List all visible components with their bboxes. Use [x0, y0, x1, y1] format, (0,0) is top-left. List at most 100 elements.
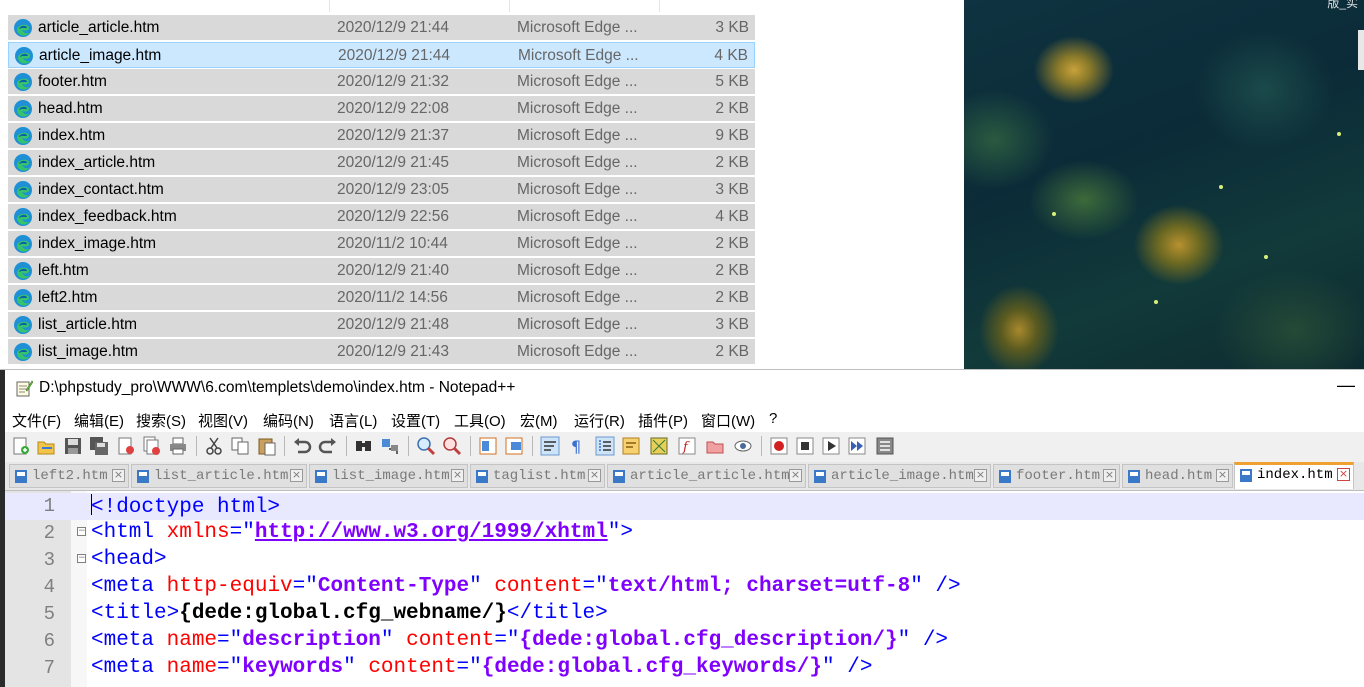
file-row[interactable]: index_article.htm 2020/12/9 21:45 Microsof… [8, 150, 755, 176]
menu-view[interactable]: 视图(V) [198, 410, 248, 431]
menu-search[interactable]: 搜索(S) [136, 410, 186, 431]
tab-close-button[interactable]: × [974, 469, 987, 482]
code-token: <html [91, 521, 167, 544]
file-size: 3 KB [715, 181, 749, 198]
column-separator[interactable] [329, 0, 330, 12]
function-list-icon[interactable]: f [677, 436, 697, 456]
file-row[interactable]: index_feedback.htm 2020/12/9 22:56 Microso… [8, 204, 755, 230]
file-row[interactable]: list_image.htm 2020/12/9 21:43 Microsoft E… [8, 339, 755, 365]
user-lang-icon[interactable] [621, 436, 641, 456]
code-line[interactable]: 6 <meta name="description" content="{dede… [5, 628, 1364, 655]
column-separator[interactable] [659, 0, 660, 12]
open-file-icon[interactable] [36, 436, 56, 456]
redo-icon[interactable] [318, 436, 338, 456]
file-row[interactable]: list_article.htm 2020/12/9 21:48 Microsoft… [8, 312, 755, 338]
fold-toggle-icon[interactable]: − [77, 527, 86, 536]
explorer-left-edge [0, 0, 8, 369]
file-row[interactable]: left2.htm 2020/11/2 14:56 Microsoft Edge .… [8, 285, 755, 311]
record-macro-icon[interactable] [769, 436, 789, 456]
sync-horizontal-icon[interactable] [504, 436, 524, 456]
sync-vertical-icon[interactable] [478, 436, 498, 456]
monitor-icon[interactable] [733, 436, 753, 456]
paste-icon[interactable] [257, 436, 277, 456]
save-all-icon[interactable] [89, 436, 109, 456]
file-type: Microsoft Edge ... [517, 100, 638, 117]
menu-help[interactable]: ? [769, 410, 777, 427]
save-macro-icon[interactable] [875, 436, 895, 456]
new-file-icon[interactable] [11, 436, 31, 456]
undo-icon[interactable] [292, 436, 312, 456]
file-type: Microsoft Edge ... [517, 343, 638, 360]
menu-window[interactable]: 窗口(W) [701, 410, 755, 431]
menu-encoding[interactable]: 编码(N) [263, 410, 314, 431]
tab-list-article[interactable]: list_article.htm × [131, 464, 307, 488]
file-row[interactable]: left.htm 2020/12/9 21:40 Microsoft Edge ..… [8, 258, 755, 284]
close-icon[interactable] [116, 436, 136, 456]
folder-workspace-icon[interactable] [705, 436, 725, 456]
column-separator[interactable] [509, 0, 510, 12]
tab-list-image[interactable]: list_image.htm × [309, 464, 468, 488]
stop-macro-icon[interactable] [795, 436, 815, 456]
code-line[interactable]: 1 <!doctype html> [5, 493, 1364, 520]
tab-left2[interactable]: left2.htm × [9, 464, 129, 488]
file-row[interactable]: footer.htm 2020/12/9 21:32 Microsoft Edge … [8, 69, 755, 95]
tab-close-button[interactable]: × [1103, 469, 1116, 482]
menu-settings[interactable]: 设置(T) [391, 410, 440, 431]
find-icon[interactable] [354, 436, 374, 456]
menu-macro[interactable]: 宏(M) [520, 410, 558, 431]
tab-footer[interactable]: footer.htm × [993, 464, 1120, 488]
tab-close-button[interactable]: × [112, 469, 125, 482]
file-row[interactable]: article_article.htm 2020/12/9 21:44 Micros… [8, 15, 755, 41]
menu-plugins[interactable]: 插件(P) [638, 410, 688, 431]
firefly-dot [1337, 132, 1341, 136]
file-row[interactable]: index_contact.htm 2020/12/9 23:05 Microsof… [8, 177, 755, 203]
doc-map-icon[interactable] [649, 436, 669, 456]
title-bar[interactable]: D:\phpstudy_pro\WWW\6.com\templets\demo\… [5, 370, 1364, 406]
menu-tools[interactable]: 工具(O) [454, 410, 506, 431]
code-line[interactable]: 7 <meta name="keywords" content="{dede:gl… [5, 655, 1364, 682]
menu-edit[interactable]: 编辑(E) [74, 410, 124, 431]
minimize-button[interactable]: — [1336, 374, 1356, 400]
file-row[interactable]: head.htm 2020/12/9 22:08 Microsoft Edge ..… [8, 96, 755, 122]
play-macro-icon[interactable] [821, 436, 841, 456]
menu-file[interactable]: 文件(F) [12, 410, 61, 431]
word-wrap-icon[interactable] [540, 436, 560, 456]
file-row[interactable]: article_image.htm 2020/12/9 21:44 Microsof… [8, 42, 755, 68]
tab-head[interactable]: head.htm × [1122, 464, 1233, 488]
tab-close-button[interactable]: × [789, 469, 802, 482]
code-line[interactable]: 4 <meta http-equiv="Content-Type" content… [5, 574, 1364, 601]
tab-close-button[interactable]: × [588, 469, 601, 482]
code-line[interactable]: 2 − <html xmlns="http://www.w3.org/1999/xh… [5, 520, 1364, 547]
replace-icon[interactable] [380, 436, 400, 456]
menu-run[interactable]: 运行(R) [574, 410, 625, 431]
print-icon[interactable] [168, 436, 188, 456]
zoom-out-icon[interactable] [442, 436, 462, 456]
code-line[interactable]: 5 <title>{dede:global.cfg_webname/}</titl… [5, 601, 1364, 628]
fold-toggle-icon[interactable]: − [77, 554, 86, 563]
tab-close-button[interactable]: × [451, 469, 464, 482]
code-editor[interactable]: 1 <!doctype html> 2− <html xmlns="http://ww… [5, 491, 1364, 687]
close-all-icon[interactable] [142, 436, 162, 456]
tab-close-button[interactable]: × [290, 469, 303, 482]
file-row[interactable]: index_image.htm 2020/11/2 10:44 Microsoft … [8, 231, 755, 257]
save-icon[interactable] [63, 436, 83, 456]
file-row[interactable]: index.htm 2020/12/9 21:37 Microsoft Edge .… [8, 123, 755, 149]
microsoft-edge-icon [14, 73, 32, 91]
indent-guide-icon[interactable] [595, 436, 615, 456]
show-all-chars-icon[interactable]: ¶ [566, 436, 586, 456]
tab-index[interactable]: index.htm × [1234, 462, 1354, 489]
tab-close-button[interactable]: × [1337, 468, 1350, 481]
run-macro-multiple-icon[interactable] [847, 436, 867, 456]
tab-article-image[interactable]: article_image.htm × [808, 464, 991, 488]
zoom-in-icon[interactable] [416, 436, 436, 456]
tab-article-article[interactable]: article_article.htm × [607, 464, 806, 488]
code-line[interactable]: 3 − <head> [5, 547, 1364, 574]
menu-language[interactable]: 语言(L) [329, 410, 377, 431]
tab-taglist[interactable]: taglist.htm × [470, 464, 605, 488]
copy-icon[interactable] [230, 436, 250, 456]
tab-close-button[interactable]: × [1216, 469, 1229, 482]
cut-icon[interactable] [204, 436, 224, 456]
file-type: Microsoft Edge ... [517, 262, 638, 279]
code-token: content [494, 575, 583, 598]
desktop-icon-label[interactable]: 版_实 [1327, 0, 1358, 11]
